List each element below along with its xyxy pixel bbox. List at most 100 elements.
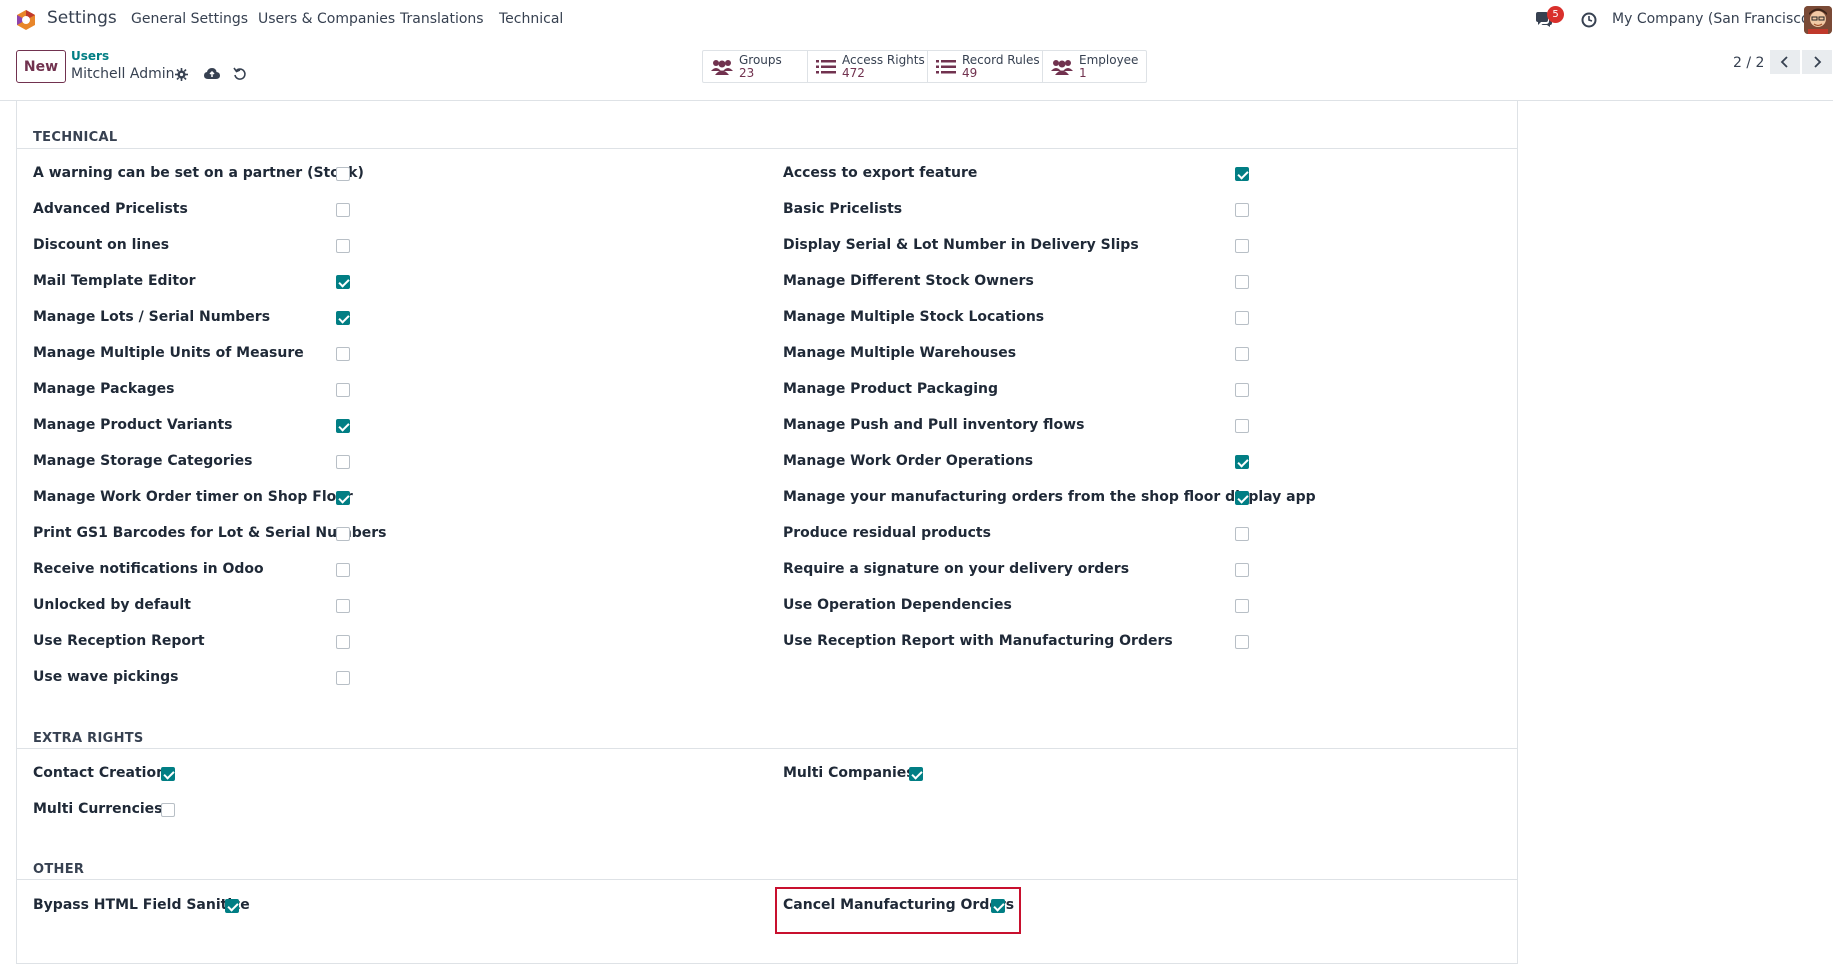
checkbox-a-warning-can-be-set-on-a-partner-stock[interactable] — [336, 167, 350, 181]
smart-button-groups[interactable]: Groups 23 — [703, 51, 808, 82]
chevron-left-icon — [1780, 56, 1788, 68]
checkbox-manage-work-order-operations[interactable] — [1235, 455, 1249, 469]
checkbox-require-a-signature-on-your-delivery-orders[interactable] — [1235, 563, 1249, 577]
checkbox-manage-multiple-stock-locations[interactable] — [1235, 311, 1249, 325]
field-label-manage-different-stock-owners: Manage Different Stock Owners — [783, 273, 1034, 289]
checkbox-display-serial-lot-number-in-delivery-slips[interactable] — [1235, 239, 1249, 253]
field-label-mail-template-editor: Mail Template Editor — [33, 273, 196, 289]
smart-button-access-rights-value: 472 — [842, 65, 865, 80]
field-label-discount-on-lines: Discount on lines — [33, 237, 170, 253]
checkbox-use-reception-report[interactable] — [336, 635, 350, 649]
highlight-box — [775, 887, 1021, 934]
checkbox-print-gs1-barcodes-for-lot-serial-numbers[interactable] — [336, 527, 350, 541]
control-panel: New Users Mitchell Admin Groups 23 Acces… — [0, 40, 1833, 101]
section-divider — [17, 748, 1517, 749]
checkbox-use-operation-dependencies[interactable] — [1235, 599, 1249, 613]
new-button[interactable]: New — [16, 50, 66, 83]
cloud-save-icon[interactable] — [204, 67, 220, 81]
field-label-display-serial-lot-number-in-delivery-slips: Display Serial & Lot Number in Delivery … — [783, 237, 1139, 253]
field-label-use-operation-dependencies: Use Operation Dependencies — [783, 597, 1012, 613]
field-label-require-a-signature-on-your-delivery-orders: Require a signature on your delivery ord… — [783, 561, 1130, 577]
checkbox-produce-residual-products[interactable] — [1235, 527, 1249, 541]
field-label-basic-pricelists: Basic Pricelists — [783, 201, 903, 217]
odoo-logo-icon[interactable] — [15, 9, 37, 31]
field-label-receive-notifications-in-odoo: Receive notifications in Odoo — [33, 561, 264, 577]
field-label-unlocked-by-default: Unlocked by default — [33, 597, 191, 613]
field-label-manage-work-order-operations: Manage Work Order Operations — [783, 453, 1034, 469]
checkbox-manage-lots-serial-numbers[interactable] — [336, 311, 350, 325]
company-switcher[interactable]: My Company (San Francisco) — [1612, 11, 1815, 27]
field-label-use-reception-report: Use Reception Report — [33, 633, 205, 649]
app-name[interactable]: Settings — [47, 8, 117, 28]
section-title-extra-rights: EXTRA RIGHTS — [33, 731, 144, 746]
clock-icon[interactable] — [1581, 12, 1597, 28]
section-divider — [17, 879, 1517, 880]
smart-button-groups-value: 23 — [739, 65, 755, 80]
checkbox-use-wave-pickings[interactable] — [336, 671, 350, 685]
checkbox-advanced-pricelists[interactable] — [336, 203, 350, 217]
pager-value[interactable]: 2 / 2 — [1733, 55, 1764, 71]
checkbox-manage-product-variants[interactable] — [336, 419, 350, 433]
field-label-manage-push-and-pull-inventory-flows: Manage Push and Pull inventory flows — [783, 417, 1085, 433]
breadcrumb-users[interactable]: Users — [71, 49, 109, 63]
field-label-manage-multiple-warehouses: Manage Multiple Warehouses — [783, 345, 1017, 361]
field-label-multi-companies: Multi Companies — [783, 765, 915, 781]
smart-button-record-rules[interactable]: Record Rules 49 — [928, 51, 1043, 82]
checkbox-unlocked-by-default[interactable] — [336, 599, 350, 613]
checkbox-manage-multiple-units-of-measure[interactable] — [336, 347, 350, 361]
chevron-right-icon — [1814, 56, 1822, 68]
checkbox-access-to-export-feature[interactable] — [1235, 167, 1249, 181]
pager-next-button[interactable] — [1802, 50, 1832, 74]
pager-previous-button[interactable] — [1770, 50, 1800, 74]
checkbox-mail-template-editor[interactable] — [336, 275, 350, 289]
smart-button-access-rights[interactable]: Access Rights 472 — [808, 51, 928, 82]
discard-undo-icon[interactable] — [233, 67, 247, 81]
field-label-access-to-export-feature: Access to export feature — [783, 165, 978, 181]
checkbox-multi-companies[interactable] — [909, 767, 923, 781]
checkbox-receive-notifications-in-odoo[interactable] — [336, 563, 350, 577]
section-divider — [17, 148, 1517, 149]
field-label-contact-creation: Contact Creation — [33, 765, 167, 781]
checkbox-manage-storage-categories[interactable] — [336, 455, 350, 469]
gear-icon[interactable] — [175, 68, 188, 81]
field-label-bypass-html-field-sanitize: Bypass HTML Field Sanitize — [33, 897, 250, 913]
smart-button-employee-value: 1 — [1079, 65, 1087, 80]
menu-translations[interactable]: Translations — [400, 11, 484, 27]
field-label-use-wave-pickings: Use wave pickings — [33, 669, 179, 685]
checkbox-manage-packages[interactable] — [336, 383, 350, 397]
smart-button-employee-label: Employee — [1079, 52, 1139, 67]
menu-users-companies[interactable]: Users & Companies — [258, 11, 395, 27]
checkbox-basic-pricelists[interactable] — [1235, 203, 1249, 217]
checkbox-manage-push-and-pull-inventory-flows[interactable] — [1235, 419, 1249, 433]
smart-button-employee[interactable]: Employee 1 — [1043, 51, 1146, 82]
smart-button-groups-label: Groups — [739, 52, 782, 67]
checkbox-manage-work-order-timer-on-shop-floor[interactable] — [336, 491, 350, 505]
checkbox-contact-creation[interactable] — [161, 767, 175, 781]
avatar-image-icon — [1804, 6, 1832, 34]
user-avatar[interactable] — [1804, 6, 1832, 34]
checkbox-manage-multiple-warehouses[interactable] — [1235, 347, 1249, 361]
field-label-advanced-pricelists: Advanced Pricelists — [33, 201, 188, 217]
smart-buttons: Groups 23 Access Rights 472 Record Rules 49 — [702, 50, 1147, 83]
checkbox-manage-different-stock-owners[interactable] — [1235, 275, 1249, 289]
field-label-manage-work-order-timer-on-shop-floor: Manage Work Order timer on Shop Floor — [33, 489, 353, 505]
checkbox-bypass-html-field-sanitize[interactable] — [225, 899, 239, 913]
checkbox-multi-currencies[interactable] — [161, 803, 175, 817]
smart-button-access-rights-label: Access Rights — [842, 52, 925, 67]
field-label-manage-multiple-stock-locations: Manage Multiple Stock Locations — [783, 309, 1045, 325]
field-label-manage-product-packaging: Manage Product Packaging — [783, 381, 999, 397]
field-label-multi-currencies: Multi Currencies — [33, 801, 163, 817]
users-group-icon — [1051, 59, 1073, 75]
menu-technical[interactable]: Technical — [499, 11, 563, 27]
menu-general-settings[interactable]: General Settings — [131, 11, 248, 27]
smart-button-record-rules-value: 49 — [962, 65, 978, 80]
checkbox-manage-product-packaging[interactable] — [1235, 383, 1249, 397]
field-label-print-gs1-barcodes-for-lot-serial-numbers: Print GS1 Barcodes for Lot & Serial Numb… — [33, 525, 387, 541]
checkbox-discount-on-lines[interactable] — [336, 239, 350, 253]
checkbox-manage-your-manufacturing-orders-from-the-shop-floor-display-app[interactable] — [1235, 491, 1249, 505]
smart-button-record-rules-label: Record Rules — [962, 52, 1040, 67]
top-navbar: Settings General Settings Users & Compan… — [0, 0, 1833, 40]
checkbox-use-reception-report-with-manufacturing-orders[interactable] — [1235, 635, 1249, 649]
field-label-a-warning-can-be-set-on-a-partner-stock: A warning can be set on a partner (Stock… — [33, 165, 364, 181]
field-label-manage-multiple-units-of-measure: Manage Multiple Units of Measure — [33, 345, 304, 361]
